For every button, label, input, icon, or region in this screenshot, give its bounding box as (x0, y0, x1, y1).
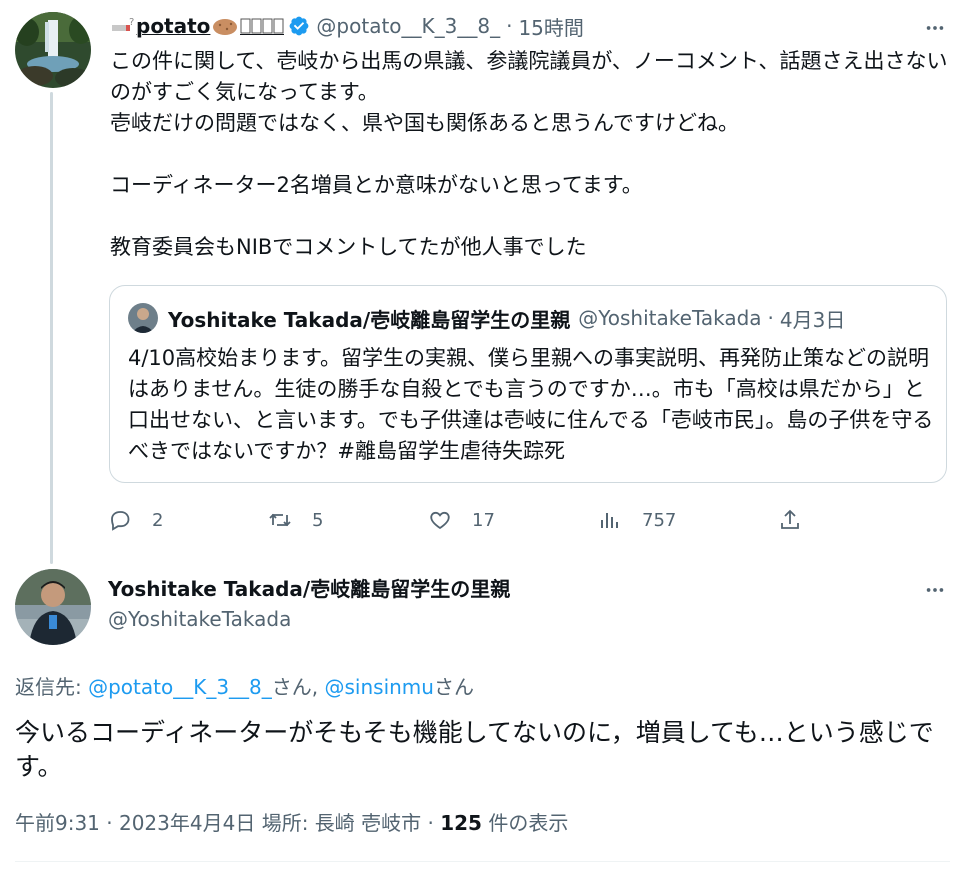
views-count: 757 (642, 509, 677, 531)
tweet2-more-button[interactable] (920, 578, 950, 602)
more-icon (926, 26, 944, 30)
retweet-button[interactable]: 5 (268, 505, 323, 535)
potato-emoji-icon (212, 16, 238, 36)
tweet2-avatar[interactable] (15, 569, 91, 645)
reply-count: 2 (152, 509, 164, 531)
tweet1-header: ? potato @potato__K_3__8_ · 15時間 (110, 12, 584, 40)
like-count: 17 (472, 509, 495, 531)
svg-text:?: ? (129, 17, 134, 28)
tweet2-views-label: 件の表示 (481, 811, 569, 835)
tweet1-time[interactable]: 15時間 (518, 12, 583, 41)
reply-to-user-potato[interactable]: @potato__K_3__8_ (88, 675, 272, 699)
reply-to-prefix: 返信先: (15, 675, 89, 699)
tweet2-text: 今いるコーディネーターがそもそも機能してないのに，増員しても…という感じです。 (15, 718, 934, 781)
reply-icon (111, 511, 130, 531)
reply-to-user-sinsinmu[interactable]: @sinsinmu (325, 675, 434, 699)
like-icon (430, 511, 450, 530)
quoted-tweet-name[interactable]: Yoshitake Takada/壱岐離島留学生の里親 (168, 304, 570, 333)
share-icon (781, 509, 799, 529)
tweet2-meta: 午前9:31 · 2023年4月4日 場所: 長崎 壱岐市 · 125 件の表示 (15, 807, 568, 836)
tweet1-handle[interactable]: @potato__K_3__8_ (316, 14, 500, 38)
tweet1-separator: · (506, 14, 513, 38)
tweet1-text: この件に関して、壱岐から出馬の県議、参議院議員が、ノーコメント、話題さえ出さない… (110, 49, 948, 259)
tweet2-view-count: 125 (440, 811, 482, 835)
tweet2-name[interactable]: Yoshitake Takada/壱岐離島留学生の里親 (108, 573, 510, 602)
quoted-tweet-handle[interactable]: @YoshitakeTakada (578, 306, 761, 330)
tweet1-avatar[interactable] (15, 12, 91, 88)
quoted-tweet-header: Yoshitake Takada/壱岐離島留学生の里親 @YoshitakeTa… (128, 302, 845, 334)
person-avatar (128, 303, 158, 333)
quoted-tweet-date[interactable]: 4月3日 (780, 304, 845, 333)
reply-to-suffix-2: さん (433, 675, 474, 699)
tweet1-action-bar: 2 5 17 757 (108, 505, 808, 535)
like-button[interactable]: 17 (428, 505, 495, 535)
retweet-count: 5 (312, 509, 324, 531)
more-icon (926, 588, 944, 592)
verified-badge-icon (288, 15, 310, 37)
quoted-tweet-avatar (128, 303, 158, 333)
quoted-tweet-separator: · (767, 306, 774, 330)
quoted-tweet-text: 4/10高校始まります。留学生の実親、僕ら里親への事実説明、再発防止策などの説明… (128, 346, 934, 463)
views-icon (601, 513, 618, 528)
tweet2-handle[interactable]: @YoshitakeTakada (108, 607, 291, 631)
views-button[interactable]: 757 (598, 505, 676, 535)
tweet1-more-button[interactable] (920, 16, 950, 40)
tweet2-timestamp-location[interactable]: 午前9:31 · 2023年4月4日 場所: 長崎 壱岐市 · (15, 811, 440, 835)
reply-to-line: 返信先: @potato__K_3__8_さん, @sinsinmuさん (15, 671, 474, 700)
reply-button[interactable]: 2 (108, 505, 163, 535)
person-avatar (15, 569, 91, 645)
emoji-boxes-icon (240, 16, 285, 36)
thread-connector-line (50, 92, 53, 564)
share-button[interactable] (778, 505, 802, 535)
emoji-decoration-icon: ? (110, 16, 134, 36)
tweet1-display-name[interactable]: potato (136, 14, 210, 38)
retweet-icon (269, 513, 291, 527)
reply-to-suffix-1: さん, (271, 675, 325, 699)
quoted-tweet-card[interactable]: Yoshitake Takada/壱岐離島留学生の里親 @YoshitakeTa… (109, 285, 947, 483)
waterfall-avatar (15, 12, 91, 88)
bottom-divider (15, 861, 950, 862)
